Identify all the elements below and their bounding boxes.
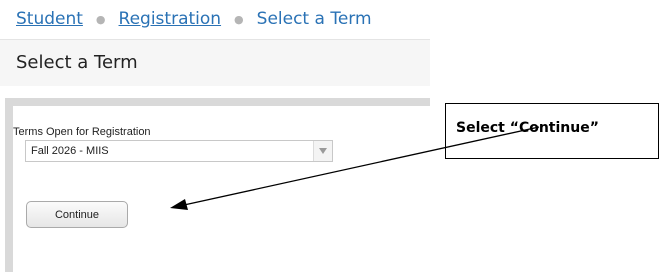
breadcrumb-current: Select a Term xyxy=(256,9,372,29)
bullet-separator-icon: ● xyxy=(95,12,106,26)
term-select-value: Fall 2026 - MIIS xyxy=(31,145,109,157)
bullet-separator-icon: ● xyxy=(234,12,244,26)
terms-open-label: Terms Open for Registration xyxy=(13,126,151,138)
breadcrumb-student-link[interactable]: Student xyxy=(16,9,83,29)
chevron-down-icon[interactable] xyxy=(313,141,332,161)
page-title: Select a Term xyxy=(16,52,138,73)
breadcrumb: Student ● Registration ● Select a Term xyxy=(16,4,372,34)
breadcrumb-registration-link[interactable]: Registration xyxy=(119,9,222,29)
continue-button[interactable]: Continue xyxy=(26,201,128,228)
term-select[interactable]: Fall 2026 - MIIS xyxy=(25,140,333,162)
annotation-callout: Select “Continue” xyxy=(445,103,659,159)
annotation-callout-text: Select “Continue” xyxy=(456,120,599,136)
term-selection-panel xyxy=(5,98,430,272)
page-header: Select a Term xyxy=(0,39,430,86)
